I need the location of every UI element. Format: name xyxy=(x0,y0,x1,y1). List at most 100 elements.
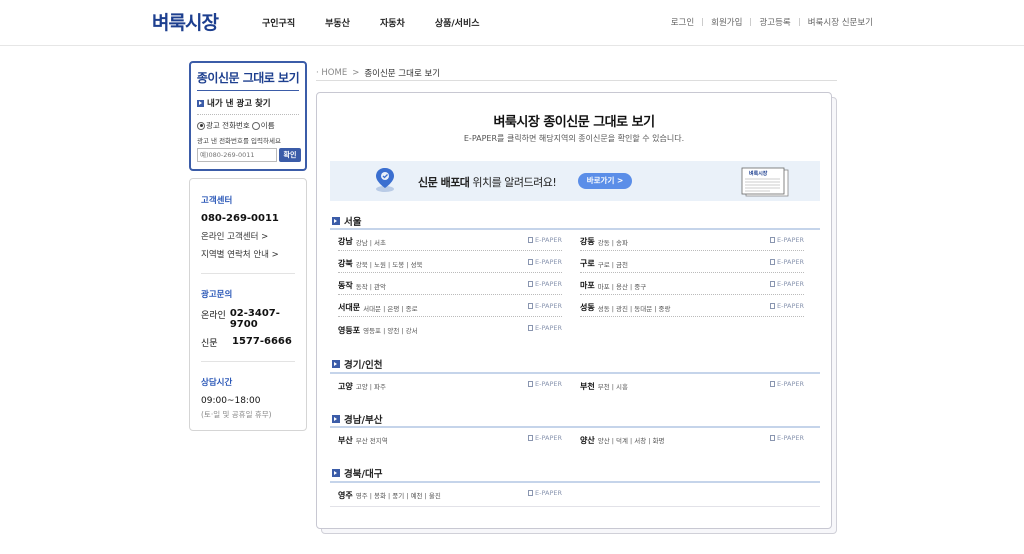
radio-phone-label[interactable]: 광고 전화번호 xyxy=(206,120,250,131)
arrow-square-icon xyxy=(197,99,204,107)
epaper-label[interactable]: E-PAPER xyxy=(535,280,562,288)
region-areas: 서대문 | 은평 | 종로 xyxy=(363,304,418,313)
epaper-link[interactable]: E-PAPER xyxy=(770,280,804,288)
epaper-label[interactable]: E-PAPER xyxy=(777,302,804,310)
region-gyeongnam-title: 경남/부산 xyxy=(332,412,382,426)
region-areas: 구로 | 금천 xyxy=(597,260,628,269)
page-icon xyxy=(770,381,776,387)
newspaper-icon: 벼룩시장 xyxy=(741,167,789,197)
nav-cars[interactable]: 자동차 xyxy=(380,16,405,29)
login-link[interactable]: 로그인 xyxy=(671,16,694,28)
epaper-link[interactable]: E-PAPER xyxy=(770,380,804,388)
divider xyxy=(330,228,820,230)
divider xyxy=(750,18,752,26)
go-shortcut-button[interactable]: 바로가기 > xyxy=(578,173,632,189)
regional-contact-link[interactable]: 지역별 연락처 안내 > xyxy=(201,248,295,260)
epaper-label[interactable]: E-PAPER xyxy=(777,280,804,288)
epaper-label[interactable]: E-PAPER xyxy=(535,434,562,442)
epaper-link[interactable]: E-PAPER xyxy=(770,302,804,310)
region-areas: 동작 | 관악 xyxy=(355,282,386,291)
distribution-banner[interactable]: 신문 배포대 위치를 알려드려요! 바로가기 > 벼룩시장 xyxy=(330,161,820,201)
epaper-label[interactable]: E-PAPER xyxy=(777,258,804,266)
region-name: 성동 xyxy=(580,303,595,312)
radio-name-label[interactable]: 이름 xyxy=(261,120,275,131)
page-icon xyxy=(528,490,534,496)
epaper-link[interactable]: E-PAPER xyxy=(528,380,562,388)
cs-title: 고객센터 xyxy=(201,196,233,206)
page-icon xyxy=(528,435,534,441)
epaper-panel: 벼룩시장 종이신문 그대로 보기 E-PAPER를 클릭하면 해당지역의 종이신… xyxy=(316,92,832,529)
hours-title: 상담시간 xyxy=(201,378,233,388)
region-name: 마포 xyxy=(580,281,595,290)
epaper-label[interactable]: E-PAPER xyxy=(777,434,804,442)
epaper-link[interactable]: E-PAPER xyxy=(770,236,804,244)
ad-register-link[interactable]: 광고등록 xyxy=(759,16,790,28)
breadcrumb-home[interactable]: HOME xyxy=(321,68,347,78)
epaper-label[interactable]: E-PAPER xyxy=(535,489,562,497)
epaper-link[interactable]: E-PAPER xyxy=(770,434,804,442)
ad-paper-label: 신문 xyxy=(201,339,218,349)
divider xyxy=(330,481,820,483)
region-name: 영주 xyxy=(338,490,353,500)
region-name: 강북 xyxy=(338,259,353,268)
newspaper-link[interactable]: 벼룩시장 신문보기 xyxy=(808,16,873,28)
epaper-link[interactable]: E-PAPER xyxy=(528,489,562,497)
epaper-label[interactable]: E-PAPER xyxy=(535,380,562,388)
epaper-link[interactable]: E-PAPER xyxy=(528,236,562,244)
page-icon xyxy=(770,259,776,265)
page-subtitle: E-PAPER를 클릭하면 해당지역의 종이신문을 확인할 수 있습니다. xyxy=(463,134,685,143)
map-pin-icon xyxy=(376,168,394,192)
search-confirm-button[interactable]: 확인 xyxy=(279,148,301,162)
radio-name[interactable] xyxy=(251,121,260,130)
region-name: 구로 xyxy=(580,259,595,268)
page-icon xyxy=(528,325,534,331)
region-areas: 강동 | 송파 xyxy=(597,238,628,247)
epaper-link[interactable]: E-PAPER xyxy=(528,280,562,288)
epaper-link[interactable]: E-PAPER xyxy=(528,258,562,266)
find-ad-label: 내가 낸 광고 찾기 xyxy=(207,99,271,109)
epaper-label[interactable]: E-PAPER xyxy=(777,380,804,388)
utility-nav: 로그인 회원가입 광고등록 벼룩시장 신문보기 xyxy=(671,16,873,28)
epaper-label[interactable]: E-PAPER xyxy=(535,258,562,266)
banner-bold-text: 신문 배포대 xyxy=(418,176,470,189)
phone-search-input[interactable] xyxy=(197,148,277,162)
nav-jobs[interactable]: 구인구직 xyxy=(262,16,295,29)
region-areas: 영주 | 봉화 | 풍기 | 예천 | 울진 xyxy=(355,492,441,500)
radio-phone[interactable] xyxy=(197,121,205,130)
region-name: 영등포 xyxy=(338,325,361,335)
search-hint: 광고 낸 전화번호를 입력하세요 xyxy=(197,137,281,145)
nav-goods[interactable]: 상품/서비스 xyxy=(435,16,480,29)
online-cs-link[interactable]: 온라인 고객센터 > xyxy=(201,230,295,242)
ad-online-label: 온라인 xyxy=(201,311,226,321)
list-item: 양산 양산 | 덕계 | 서창 | 화명 E-PAPER xyxy=(580,431,804,449)
epaper-label[interactable]: E-PAPER xyxy=(535,324,562,332)
epaper-label[interactable]: E-PAPER xyxy=(535,302,562,310)
page-icon xyxy=(528,237,534,243)
epaper-label[interactable]: E-PAPER xyxy=(777,236,804,244)
arrow-square-icon xyxy=(332,469,340,477)
hours-value: 09:00~18:00 xyxy=(201,396,261,406)
divider xyxy=(197,90,299,91)
page-icon xyxy=(770,237,776,243)
logo[interactable]: 벼룩시장 xyxy=(152,8,219,35)
find-ad-heading: 내가 낸 광고 찾기 xyxy=(197,97,305,109)
cs-phone: 080-269-0011 xyxy=(201,213,279,224)
region-areas: 마포 | 용산 | 중구 xyxy=(597,282,647,291)
region-areas: 양산 | 덕계 | 서창 | 화명 xyxy=(597,437,665,445)
epaper-label[interactable]: E-PAPER xyxy=(535,236,562,244)
region-areas: 고양 | 파주 xyxy=(355,383,386,391)
paper-label: 벼룩시장 xyxy=(749,170,768,177)
list-item: 강동 강동 | 송파 E-PAPER xyxy=(580,233,804,251)
signup-link[interactable]: 회원가입 xyxy=(711,16,742,28)
list-item: 강남 강남 | 서초 E-PAPER xyxy=(338,233,562,251)
region-name: 고양 xyxy=(338,381,353,391)
ad-inquiry-title: 광고문의 xyxy=(201,290,233,300)
epaper-link[interactable]: E-PAPER xyxy=(528,302,562,310)
page-title: 벼룩시장 종이신문 그대로 보기 xyxy=(493,115,655,130)
divider xyxy=(316,80,837,81)
region-areas: 강남 | 서초 xyxy=(355,238,386,247)
epaper-link[interactable]: E-PAPER xyxy=(528,324,562,332)
nav-realestate[interactable]: 부동산 xyxy=(325,16,350,29)
epaper-link[interactable]: E-PAPER xyxy=(528,434,562,442)
epaper-link[interactable]: E-PAPER xyxy=(770,258,804,266)
